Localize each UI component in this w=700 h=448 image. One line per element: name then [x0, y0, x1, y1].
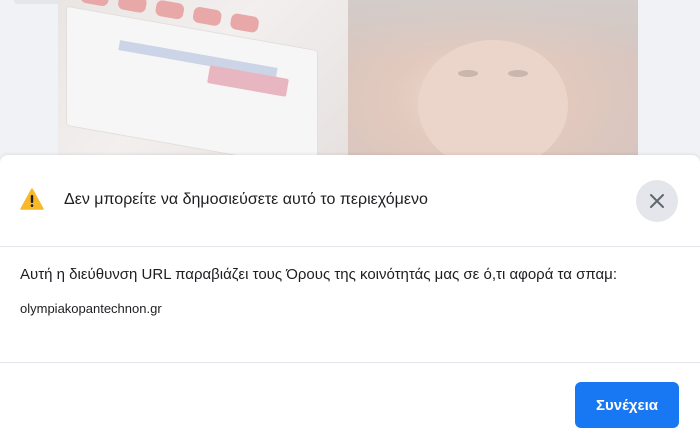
warning-triangle-icon	[20, 188, 44, 210]
post-preview-images	[58, 0, 638, 165]
cannot-post-dialog: Δεν μπορείτε να δημοσιεύσετε αυτό το περ…	[0, 155, 700, 448]
close-button[interactable]	[636, 180, 678, 222]
dialog-header: Δεν μπορείτε να δημοσιεύσετε αυτό το περ…	[0, 155, 700, 247]
blocked-url: olympiakopantechnon.gr	[20, 301, 162, 316]
vaccine-box-image	[58, 0, 348, 165]
close-icon	[650, 194, 664, 208]
footer-divider	[0, 362, 700, 363]
continue-button[interactable]: Συνέχεια	[575, 382, 679, 428]
dialog-title: Δεν μπορείτε να δημοσιεύσετε αυτό το περ…	[64, 191, 428, 208]
violation-message: Αυτή η διεύθυνση URL παραβιάζει τους Όρο…	[20, 266, 617, 283]
dialog-body: Αυτή η διεύθυνση URL παραβιάζει τους Όρο…	[20, 265, 680, 316]
person-face-image	[348, 0, 638, 165]
